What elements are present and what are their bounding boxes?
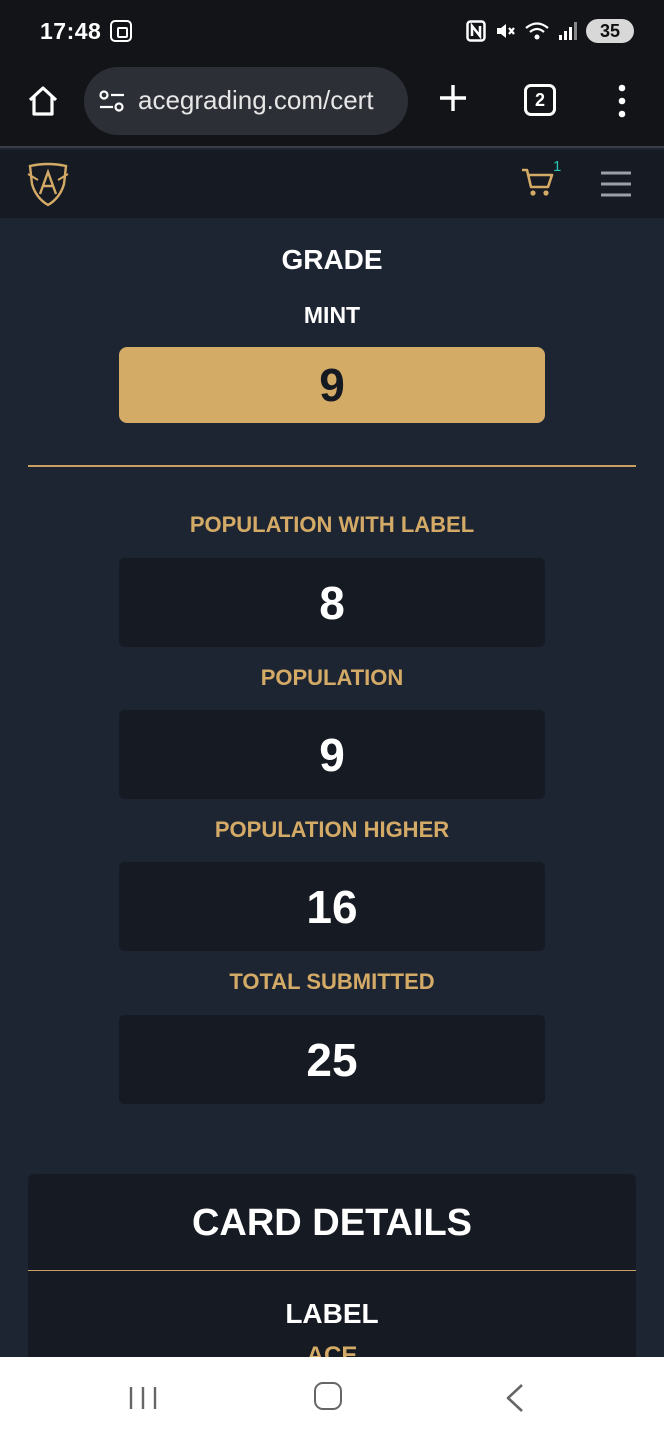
screen: 17:48 35 acegrading.com/cert 2 1 GRADE M… <box>0 0 664 1440</box>
status-bar: 17:48 35 <box>0 0 664 62</box>
browser-toolbar: acegrading.com/cert 2 <box>0 62 664 148</box>
cart-icon[interactable] <box>520 166 554 198</box>
stat-label-population-with-label: POPULATION WITH LABEL <box>189 512 475 537</box>
hamburger-menu-icon[interactable] <box>600 170 632 198</box>
nfc-icon <box>466 20 486 42</box>
home-icon[interactable] <box>26 84 60 118</box>
stat-label-population: POPULATION <box>260 665 404 690</box>
wifi-icon <box>525 22 549 40</box>
card-details-panel: CARD DETAILS LABEL ACE <box>28 1174 636 1374</box>
more-menu-icon[interactable] <box>615 84 629 118</box>
home-button-icon[interactable] <box>314 1382 342 1410</box>
back-icon[interactable] <box>502 1383 528 1413</box>
battery-icon: 35 <box>586 19 634 43</box>
cart-count-badge: 1 <box>553 158 562 175</box>
stat-label-total-submitted: TOTAL SUBMITTED <box>229 969 435 994</box>
new-tab-icon[interactable] <box>437 82 469 114</box>
mute-icon <box>497 24 515 38</box>
stat-value-population-higher: 16 <box>119 862 545 951</box>
card-details-label-heading: LABEL <box>285 1298 379 1329</box>
screenshot-icon <box>110 20 132 42</box>
site-settings-icon[interactable] <box>98 89 126 113</box>
address-bar[interactable]: acegrading.com/cert <box>84 67 408 135</box>
status-icons: 35 <box>466 18 634 44</box>
stat-label-population-higher: POPULATION HIGHER <box>214 817 450 842</box>
grade-subtitle: MINT <box>303 302 361 328</box>
site-header: 1 <box>0 150 664 218</box>
card-details-title: CARD DETAILS <box>191 1202 473 1244</box>
ace-logo-icon[interactable] <box>26 160 70 208</box>
section-divider <box>28 465 636 467</box>
stat-value-total-submitted: 25 <box>119 1015 545 1104</box>
signal-icon <box>559 22 577 40</box>
grade-value: 9 <box>119 347 545 423</box>
stat-value-population: 9 <box>119 710 545 799</box>
url-text[interactable]: acegrading.com/cert <box>138 85 374 116</box>
card-details-divider <box>28 1270 636 1271</box>
stat-value-population-with-label: 8 <box>119 558 545 647</box>
status-time: 17:48 <box>40 18 102 44</box>
recent-apps-icon[interactable] <box>128 1385 158 1411</box>
tab-switcher-button[interactable]: 2 <box>524 84 556 116</box>
grade-title: GRADE <box>281 244 383 275</box>
system-nav-bar <box>0 1357 664 1440</box>
